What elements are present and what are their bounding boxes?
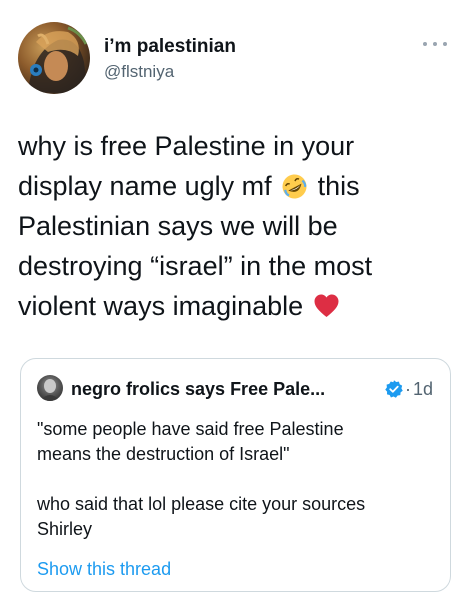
rolling-on-floor-laughing-emoji (282, 174, 307, 199)
tweet: i’m palestinian @flstniya why is free Pa… (0, 0, 461, 611)
quoted-text-line (37, 467, 437, 492)
quoted-timestamp[interactable]: 1d (413, 379, 433, 400)
quoted-author-name[interactable]: negro frolics says Free Pale... (71, 379, 325, 400)
author-display-name[interactable]: i’m palestinian (104, 36, 236, 58)
more-horizontal-icon[interactable] (423, 38, 447, 50)
tweet-text-line: display name ugly mf this (18, 166, 448, 206)
tweet-text: why is free Palestine in your display na… (18, 126, 448, 326)
profile-photo-icon (40, 379, 60, 401)
author-avatar[interactable] (18, 22, 90, 94)
tweet-text-line: violent ways imaginable (18, 286, 448, 326)
tweet-text-line: Palestinian says we will be (18, 211, 338, 241)
timestamp-separator: · (405, 379, 411, 399)
profile-photo-icon (28, 26, 88, 94)
red-heart-emoji (314, 294, 339, 317)
quoted-text-line: who said that lol please cite your sourc… (37, 494, 366, 514)
verified-badge-icon (385, 380, 403, 398)
quoted-text-line: "some people have said free Palestine (37, 419, 344, 439)
tweet-text-fragment: this (317, 171, 360, 201)
quoted-author-avatar[interactable] (37, 375, 63, 401)
tweet-text-line: why is free Palestine in your (18, 131, 355, 161)
tweet-text-fragment: violent ways imaginable (18, 291, 304, 321)
quoted-text-line: Shirley (37, 519, 93, 539)
quoted-tweet-text: "some people have said free Palestine me… (37, 417, 437, 542)
show-thread-link[interactable]: Show this thread (37, 559, 171, 580)
author-handle[interactable]: @flstniya (104, 62, 174, 82)
tweet-text-line: destroying “israel” in the most (18, 251, 373, 281)
tweet-text-fragment: display name ugly mf (18, 171, 272, 201)
quoted-text-line: means the destruction of Israel" (37, 444, 290, 464)
quoted-tweet-card[interactable]: negro frolics says Free Pale... · 1d "so… (20, 358, 451, 592)
